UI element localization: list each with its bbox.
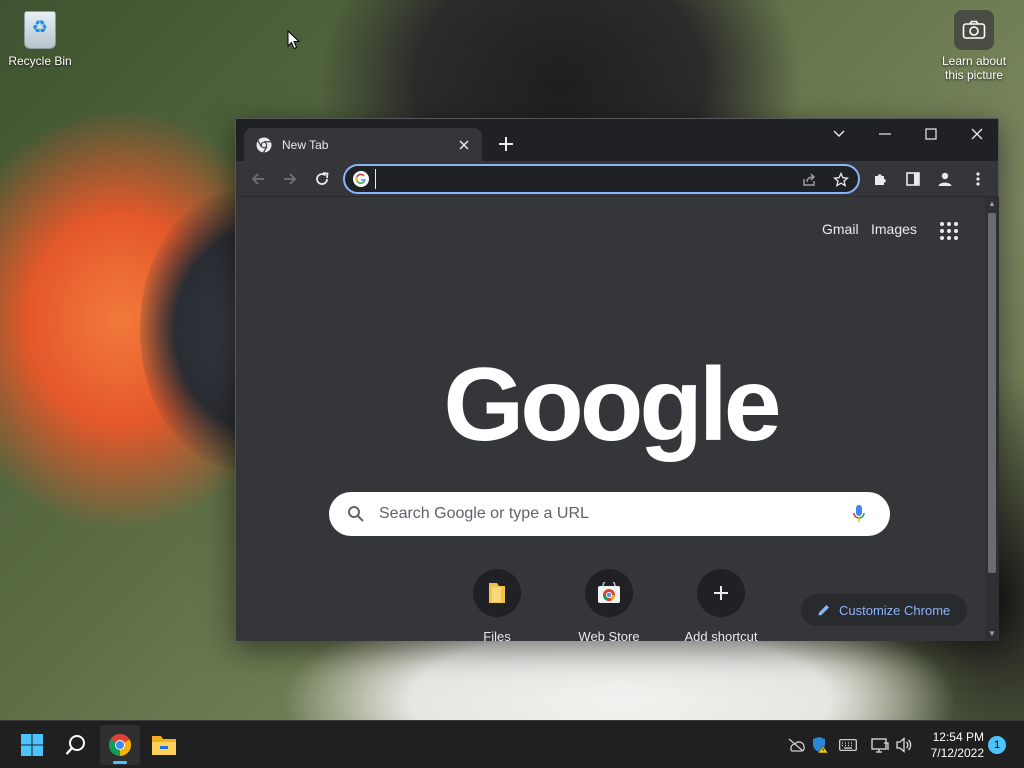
desktop-icon-learn-about-picture[interactable]: Learn about this picture — [934, 10, 1014, 82]
file-explorer-icon — [152, 736, 176, 755]
clock-date: 7/12/2022 — [930, 746, 984, 760]
google-g-icon — [353, 171, 369, 187]
tab-close-button[interactable] — [454, 135, 474, 155]
side-panel-button[interactable] — [901, 167, 925, 191]
forward-arrow-icon — [284, 173, 297, 185]
images-link[interactable]: Images — [871, 221, 917, 237]
chrome-icon — [256, 137, 272, 153]
address-input[interactable] — [375, 169, 785, 189]
extensions-button[interactable] — [869, 167, 893, 191]
customize-chrome-label: Customize Chrome — [839, 602, 951, 618]
shortcut-label: Web Store — [578, 629, 640, 641]
camera-icon — [954, 10, 994, 50]
back-button[interactable] — [246, 167, 270, 191]
forward-button[interactable] — [278, 167, 302, 191]
close-icon — [459, 139, 469, 150]
title-bar: New Tab — [236, 119, 998, 161]
shortcut-add[interactable]: Add shortcut — [665, 569, 777, 641]
back-arrow-icon — [251, 173, 264, 185]
close-icon — [971, 128, 983, 140]
start-button[interactable] — [12, 725, 52, 765]
start-icon — [21, 734, 43, 756]
shortcut-label: Add shortcut — [684, 629, 758, 641]
pencil-icon — [818, 605, 829, 616]
plus-icon — [499, 137, 513, 151]
notification-badge[interactable]: 1 — [988, 736, 1006, 754]
clock-time: 12:54 PM — [932, 730, 984, 744]
tab-new-tab[interactable]: New Tab — [244, 128, 482, 161]
bookmark-button[interactable] — [831, 170, 851, 190]
profile-icon — [938, 172, 952, 186]
close-window-button[interactable] — [954, 119, 1000, 149]
browser-toolbar — [236, 161, 998, 197]
chrome-icon — [109, 734, 131, 756]
search-box[interactable] — [329, 492, 890, 536]
new-tab-button[interactable] — [494, 132, 518, 156]
reload-icon — [316, 172, 329, 185]
side-panel-icon — [906, 172, 920, 186]
shortcut-icon-container — [697, 569, 745, 617]
recycle-bin-icon — [20, 10, 60, 50]
volume-icon[interactable] — [894, 735, 914, 755]
scroll-thumb[interactable] — [988, 213, 996, 573]
star-icon — [833, 172, 849, 187]
profile-button[interactable] — [933, 167, 957, 191]
menu-icon — [976, 172, 980, 186]
desktop-icon-label: Recycle Bin — [8, 54, 72, 68]
menu-button[interactable] — [966, 167, 990, 191]
active-app-indicator — [113, 761, 127, 764]
shortcut-icon-container — [585, 569, 633, 617]
search-icon — [348, 506, 364, 522]
shortcut-files[interactable]: Files — [441, 569, 553, 641]
search-input[interactable] — [379, 503, 829, 525]
google-logo: Google — [443, 347, 781, 463]
gmail-link[interactable]: Gmail — [822, 221, 859, 237]
system-clock[interactable]: 12:54 PM 7/12/2022 — [920, 729, 984, 761]
maximize-button[interactable] — [908, 119, 954, 149]
tab-title: New Tab — [282, 137, 329, 152]
keyboard-icon[interactable] — [838, 735, 858, 755]
microphone-icon[interactable] — [852, 504, 866, 524]
minimize-button[interactable] — [862, 119, 908, 149]
scroll-up-icon[interactable]: ▲ — [985, 197, 999, 211]
address-bar[interactable] — [343, 164, 860, 194]
new-tab-page: Gmail Images Google Search Google or typ… — [236, 197, 985, 641]
shortcut-label: Files — [483, 629, 511, 641]
scroll-down-icon[interactable]: ▼ — [985, 627, 999, 641]
customize-chrome-button[interactable]: Customize Chrome — [801, 594, 967, 626]
minimize-icon — [879, 133, 891, 135]
taskbar-search-button[interactable] — [56, 725, 96, 765]
share-button[interactable] — [799, 170, 819, 190]
shortcut-web-store[interactable]: Web Store — [553, 569, 665, 641]
search-icon — [65, 735, 85, 755]
taskbar: 12:54 PM 7/12/2022 1 — [0, 720, 1024, 768]
chevron-down-icon — [833, 130, 845, 137]
taskbar-file-explorer-button[interactable] — [144, 725, 184, 765]
maximize-icon — [925, 128, 937, 140]
google-apps-icon[interactable] — [939, 221, 959, 241]
tab-search-button[interactable] — [816, 119, 862, 149]
shortcut-icon-container — [473, 569, 521, 617]
taskbar-chrome-button[interactable] — [100, 725, 140, 765]
desktop-icon-label: Learn about this picture — [941, 54, 1007, 82]
plus-icon — [714, 586, 728, 600]
share-icon — [803, 173, 815, 186]
desktop-icon-recycle-bin[interactable]: Recycle Bin — [0, 10, 80, 68]
reload-button[interactable] — [310, 167, 334, 191]
web-store-icon — [598, 582, 620, 603]
network-off-icon[interactable] — [786, 735, 806, 755]
security-warning-icon[interactable] — [810, 735, 830, 755]
folder-icon — [489, 583, 505, 603]
display-icon[interactable] — [870, 735, 890, 755]
mouse-cursor-icon — [287, 29, 301, 55]
extensions-icon — [875, 174, 886, 185]
browser-window: New Tab Gmail Images Google Search Googl… — [235, 118, 999, 641]
page-scrollbar[interactable]: ▲ ▼ — [985, 197, 999, 641]
